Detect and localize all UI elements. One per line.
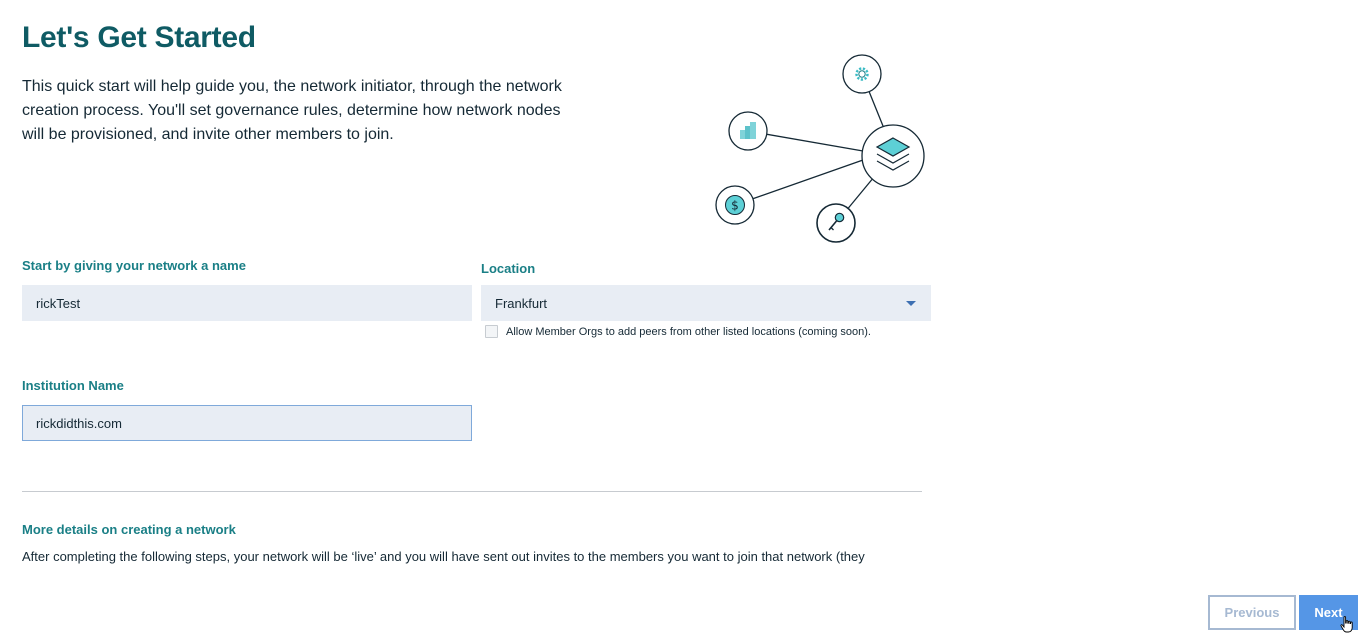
chevron-down-icon [906,300,916,306]
key-icon [816,203,856,243]
details-heading: More details on creating a network [22,522,236,537]
location-select[interactable]: Frankfurt [481,285,931,321]
network-name-input[interactable] [22,285,472,321]
allow-other-locations-checkbox[interactable] [485,325,498,338]
previous-button[interactable]: Previous [1208,595,1296,630]
gear-icon [842,54,882,94]
location-selected-value: Frankfurt [495,295,548,311]
details-text: After completing the following steps, yo… [22,549,865,564]
location-label: Location [481,261,536,276]
section-divider [22,491,922,492]
svg-text:$: $ [731,199,739,213]
next-button[interactable]: Next [1299,595,1358,630]
allow-other-locations-label: Allow Member Orgs to add peers from othe… [506,325,871,338]
intro-text: This quick start will help guide you, th… [22,78,562,143]
allow-other-locations-option: Allow Member Orgs to add peers from othe… [485,325,871,338]
building-icon [728,111,768,151]
institution-name-label: Institution Name [22,378,124,393]
page-title: Let's Get Started [22,21,256,54]
network-illustration: $ [715,54,925,243]
dollar-icon: $ [715,185,755,225]
institution-name-input[interactable] [22,405,472,441]
network-name-label: Start by giving your network a name [22,258,246,273]
layers-icon [861,124,925,188]
quick-start-page: Let's Get Started This quick start will … [0,0,1364,633]
